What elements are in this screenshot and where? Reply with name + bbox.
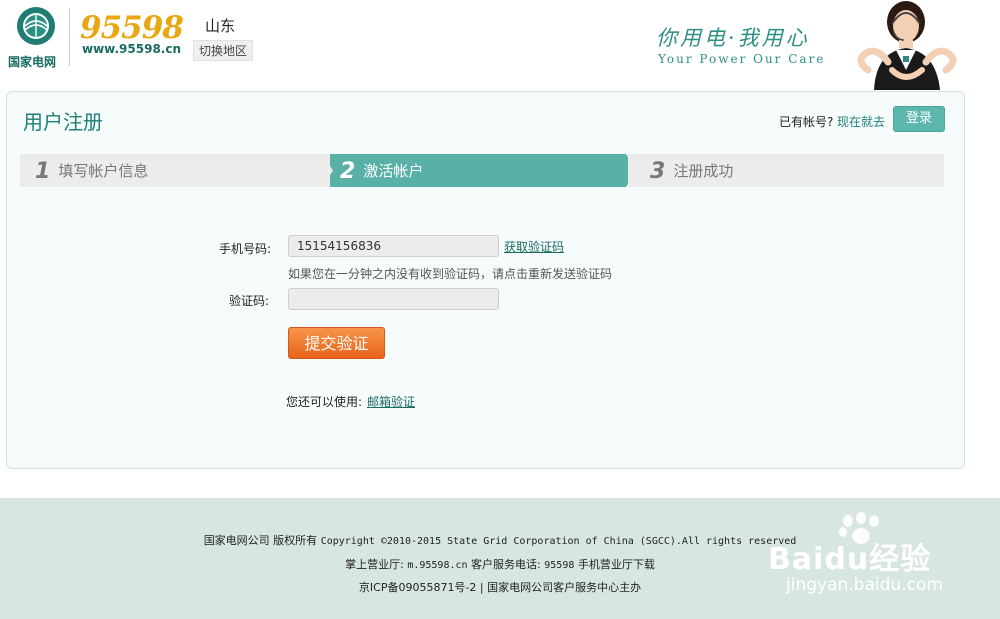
step-fill-account-info: 1 填写帐户信息 [20,154,330,187]
service-phone-label: 客户服务电话: [471,558,541,571]
step-registration-success: 3 注册成功 [628,154,944,187]
logo-divider [69,8,70,66]
step-number: 1 [35,159,51,184]
watermark-brand: Baidu经验 [768,542,932,577]
slogan-en: Your Power Our Care [658,52,826,66]
submit-verification-button[interactable]: 提交验证 [288,327,385,359]
verification-code-input[interactable] [288,288,499,310]
site-header: 国家电网 95598 www.95598.cn 山东 切换地区 你用电·我用心 … [0,0,1000,92]
registration-steps: 1 填写帐户信息 2 激活帐户 3 注册成功 [20,154,944,187]
brand-number[interactable]: 95598 [80,10,184,46]
sgcc-logo[interactable]: 国家电网 [8,6,64,70]
have-account-text: 已有帐号? [779,115,834,129]
step-label: 激活帐户 [363,162,424,180]
resend-hint: 如果您在一分钟之内没有收到验证码，请点击重新发送验证码 [288,267,613,281]
alternative-text: 您还可以使用: [286,395,363,409]
step-number: 2 [340,159,356,184]
mobile-hall-label: 掌上营业厅: [345,558,404,571]
page-title: 用户注册 [23,110,103,134]
copyright-en: Copyright ©2010-2015 State Grid Corporat… [320,536,797,547]
code-label: 验证码: [229,294,270,308]
step-number: 3 [650,159,666,184]
slogan-cn: 你用电·我用心 [656,26,810,50]
step-activate-account: 2 激活帐户 [322,154,636,187]
copyright-cn: 国家电网公司 版权所有 [203,534,318,547]
step-label: 填写帐户信息 [58,162,149,180]
login-now-link[interactable]: 现在就去 [837,113,885,130]
service-agent-illustration [857,1,957,90]
brand-url: www.95598.cn [82,42,182,56]
current-region: 山东 [205,17,236,35]
company-name: 国家电网 [8,55,57,69]
sgcc-emblem-icon [17,7,55,45]
switch-region-button[interactable]: 切换地区 [193,40,254,61]
registration-panel: 用户注册 已有帐号? 现在就去 登录 1 填写帐户信息 2 激活帐户 3 注册成功 手… [6,91,965,469]
service-phone: 95598 [544,560,575,571]
mobile-hall-url[interactable]: m.95598.cn [407,560,467,571]
app-download-link[interactable]: 手机营业厅下载 [578,558,655,571]
phone-label: 手机号码: [219,242,272,256]
phone-input[interactable]: 15154156836 [288,235,499,257]
step-label: 注册成功 [673,162,734,180]
login-button[interactable]: 登录 [893,106,945,132]
get-code-link[interactable]: 获取验证码 [504,238,564,255]
email-verify-link[interactable]: 邮箱验证 [367,393,415,410]
watermark-url: jingyan.baidu.com [786,575,943,595]
